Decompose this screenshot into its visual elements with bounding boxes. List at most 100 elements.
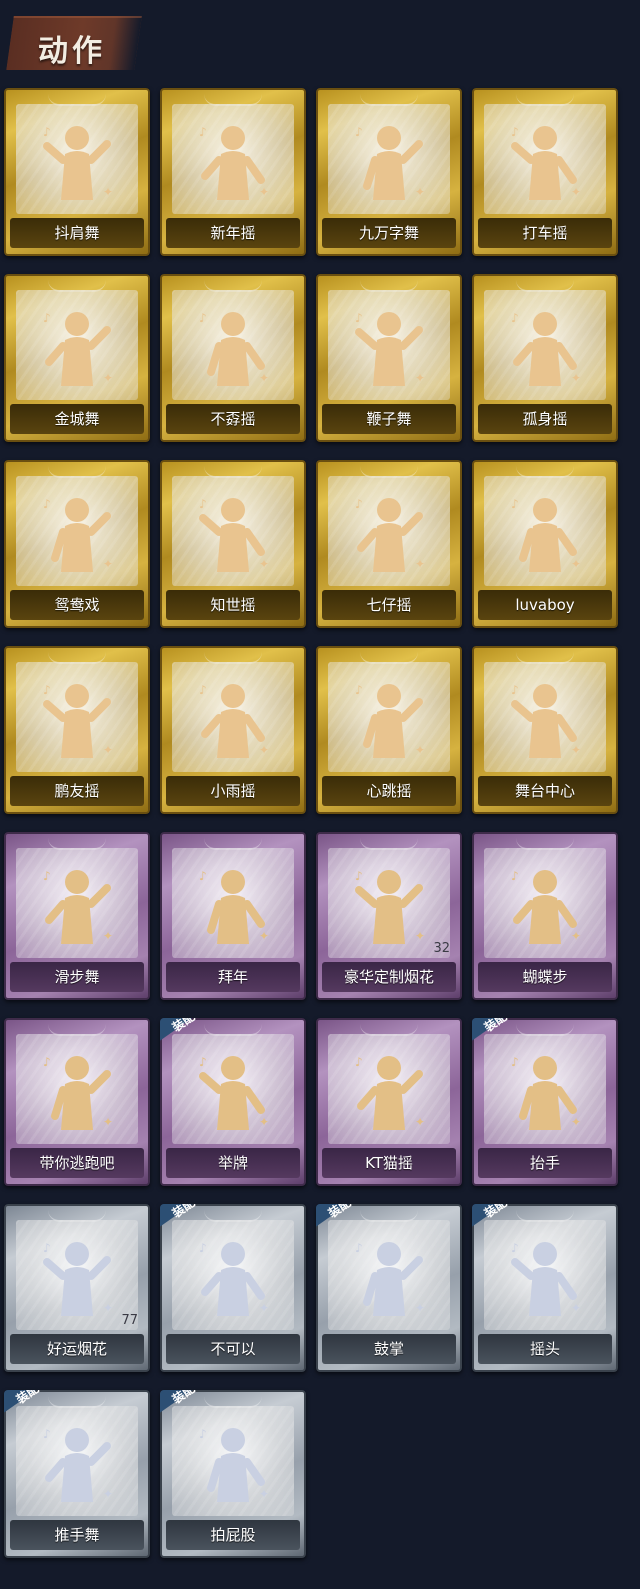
emote-card[interactable]: ♪ ✦ 孤身摇 bbox=[472, 274, 618, 442]
svg-text:✦: ✦ bbox=[415, 1115, 425, 1129]
emote-label: 豪华定制烟花 bbox=[343, 968, 434, 986]
emote-card[interactable]: ♪ ✦ 蝴蝶步 bbox=[472, 832, 618, 1000]
emote-card[interactable]: ♪ ✦ 带你逃跑吧 bbox=[4, 1018, 150, 1186]
emote-label: 鞭子舞 bbox=[366, 410, 412, 428]
card-label-bar: 拍屁股 bbox=[166, 1520, 300, 1550]
card-label-bar: 抖肩舞 bbox=[10, 218, 144, 248]
fireworks-box-icon: ♪ ✦ bbox=[349, 860, 429, 952]
emote-card[interactable]: ♪ ✦ 金城舞 bbox=[4, 274, 150, 442]
emote-card[interactable]: ♪ ✦ 拜年 bbox=[160, 832, 306, 1000]
emote-card[interactable]: ♪ ✦ luvaboy bbox=[472, 460, 618, 628]
svg-text:♪: ♪ bbox=[511, 125, 519, 139]
emote-card[interactable]: ♪ ✦ 拍屁股 装配 bbox=[160, 1390, 306, 1558]
card-label-bar: 孤身摇 bbox=[478, 404, 612, 434]
svg-text:♪: ♪ bbox=[199, 497, 207, 511]
item-count: 77 bbox=[121, 1313, 138, 1328]
emote-card[interactable]: ♪ ✦ 摇头 装配 bbox=[472, 1204, 618, 1372]
emote-label: 蝴蝶步 bbox=[522, 968, 568, 986]
card-label-bar: 心跳摇 bbox=[322, 776, 456, 806]
push-hands-icon: ♪ ✦ bbox=[37, 1418, 117, 1510]
svg-text:✦: ✦ bbox=[103, 929, 113, 943]
svg-text:♪: ♪ bbox=[199, 1241, 207, 1255]
emote-label: 不可以 bbox=[210, 1340, 256, 1358]
svg-text:✦: ✦ bbox=[571, 557, 581, 571]
svg-text:♪: ♪ bbox=[355, 497, 363, 511]
emote-card[interactable]: ♪ ✦ 新年摇 bbox=[160, 88, 306, 256]
emote-card[interactable]: ♪ ✦ 32 豪华定制烟花 bbox=[316, 832, 462, 1000]
card-label-bar: 打车摇 bbox=[478, 218, 612, 248]
svg-text:✦: ✦ bbox=[571, 1115, 581, 1129]
emote-label: 舞台中心 bbox=[514, 782, 575, 800]
raised-arm-dance-icon: ♪ ✦ bbox=[193, 302, 273, 394]
card-label-bar: 九万字舞 bbox=[322, 218, 456, 248]
card-label-bar: 新年摇 bbox=[166, 218, 300, 248]
emote-card[interactable]: ♪ ✦ 滑步舞 bbox=[4, 832, 150, 1000]
svg-text:✦: ✦ bbox=[259, 929, 269, 943]
center-stage-dance-icon: ♪ ✦ bbox=[505, 674, 585, 766]
emote-label: 滑步舞 bbox=[54, 968, 100, 986]
emote-card[interactable]: ♪ ✦ 鹏友摇 bbox=[4, 646, 150, 814]
emote-label: 新年摇 bbox=[210, 224, 256, 242]
card-label-bar: 金城舞 bbox=[10, 404, 144, 434]
emote-card[interactable]: ♪ ✦ 抬手 装配 bbox=[472, 1018, 618, 1186]
emote-card[interactable]: ♪ ✦ 心跳摇 bbox=[316, 646, 462, 814]
emote-label: 好运烟花 bbox=[46, 1340, 107, 1358]
emote-card[interactable]: ♪ ✦ 抖肩舞 bbox=[4, 88, 150, 256]
emote-card[interactable]: ♪ ✦ 不孬摇 bbox=[160, 274, 306, 442]
svg-text:♪: ♪ bbox=[511, 683, 519, 697]
emote-card[interactable]: ♪ ✦ KT猫摇 bbox=[316, 1018, 462, 1186]
card-label-bar: 带你逃跑吧 bbox=[10, 1148, 144, 1178]
emote-label: 鼓掌 bbox=[373, 1340, 404, 1358]
svg-text:✦: ✦ bbox=[103, 1115, 113, 1129]
emote-label: 知世摇 bbox=[210, 596, 256, 614]
run-away-icon: ♪ ✦ bbox=[37, 1046, 117, 1138]
emote-card[interactable]: ♪ ✦ 鞭子舞 bbox=[316, 274, 462, 442]
card-label-bar: 豪华定制烟花 bbox=[322, 962, 456, 992]
emote-card[interactable]: ♪ ✦ 打车摇 bbox=[472, 88, 618, 256]
pair-dance-icon: ♪ ✦ bbox=[37, 488, 117, 580]
slide-step-icon: ♪ ✦ bbox=[37, 860, 117, 952]
emote-card[interactable]: ♪ ✦ 推手舞 装配 bbox=[4, 1390, 150, 1558]
emote-label: 金城舞 bbox=[54, 410, 100, 428]
emote-label: KT猫摇 bbox=[365, 1154, 413, 1172]
swirl-dance-icon: ♪ ✦ bbox=[349, 116, 429, 208]
hold-sign-icon: ♪ ✦ bbox=[193, 1046, 273, 1138]
svg-text:♪: ♪ bbox=[43, 1427, 51, 1441]
card-label-bar: 不孬摇 bbox=[166, 404, 300, 434]
side-arm-dance-icon: ♪ ✦ bbox=[37, 674, 117, 766]
svg-text:✦: ✦ bbox=[103, 1487, 113, 1501]
emote-card[interactable]: ♪ ✦ 九万字舞 bbox=[316, 88, 462, 256]
emote-card[interactable]: ♪ ✦ 舞台中心 bbox=[472, 646, 618, 814]
emote-card[interactable]: ♪ ✦ 举牌 装配 bbox=[160, 1018, 306, 1186]
card-label-bar: 好运烟花 bbox=[10, 1334, 144, 1364]
emote-label: luvaboy bbox=[515, 596, 575, 614]
card-label-bar: 拜年 bbox=[166, 962, 300, 992]
emote-card[interactable]: ♪ ✦ 77 好运烟花 bbox=[4, 1204, 150, 1372]
emote-card[interactable]: ♪ ✦ 小雨摇 bbox=[160, 646, 306, 814]
emote-label: 拜年 bbox=[217, 968, 248, 986]
arms-out-dance-icon: ♪ ✦ bbox=[193, 488, 273, 580]
emote-card[interactable]: ♪ ✦ 七仔摇 bbox=[316, 460, 462, 628]
emote-label: 摇头 bbox=[529, 1340, 560, 1358]
svg-text:✦: ✦ bbox=[571, 185, 581, 199]
svg-text:✦: ✦ bbox=[103, 185, 113, 199]
emote-label: 九万字舞 bbox=[358, 224, 419, 242]
card-label-bar: 小雨摇 bbox=[166, 776, 300, 806]
card-label-bar: 摇头 bbox=[478, 1334, 612, 1364]
emote-card[interactable]: ♪ ✦ 知世摇 bbox=[160, 460, 306, 628]
emote-label: 孤身摇 bbox=[522, 410, 568, 428]
wave-dance-icon: ♪ ✦ bbox=[37, 302, 117, 394]
emote-card[interactable]: ♪ ✦ 鸳鸯戏 bbox=[4, 460, 150, 628]
svg-text:♪: ♪ bbox=[43, 311, 51, 325]
card-label-bar: 鼓掌 bbox=[322, 1334, 456, 1364]
card-label-bar: 举牌 bbox=[166, 1148, 300, 1178]
heartbeat-dance-icon: ♪ ✦ bbox=[349, 674, 429, 766]
svg-text:♪: ♪ bbox=[355, 1241, 363, 1255]
emote-card[interactable]: ♪ ✦ 鼓掌 装配 bbox=[316, 1204, 462, 1372]
svg-text:♪: ♪ bbox=[511, 869, 519, 883]
emote-card[interactable]: ♪ ✦ 不可以 装配 bbox=[160, 1204, 306, 1372]
svg-text:✦: ✦ bbox=[259, 743, 269, 757]
svg-text:✦: ✦ bbox=[259, 557, 269, 571]
svg-text:✦: ✦ bbox=[259, 1301, 269, 1315]
svg-text:✦: ✦ bbox=[571, 1301, 581, 1315]
